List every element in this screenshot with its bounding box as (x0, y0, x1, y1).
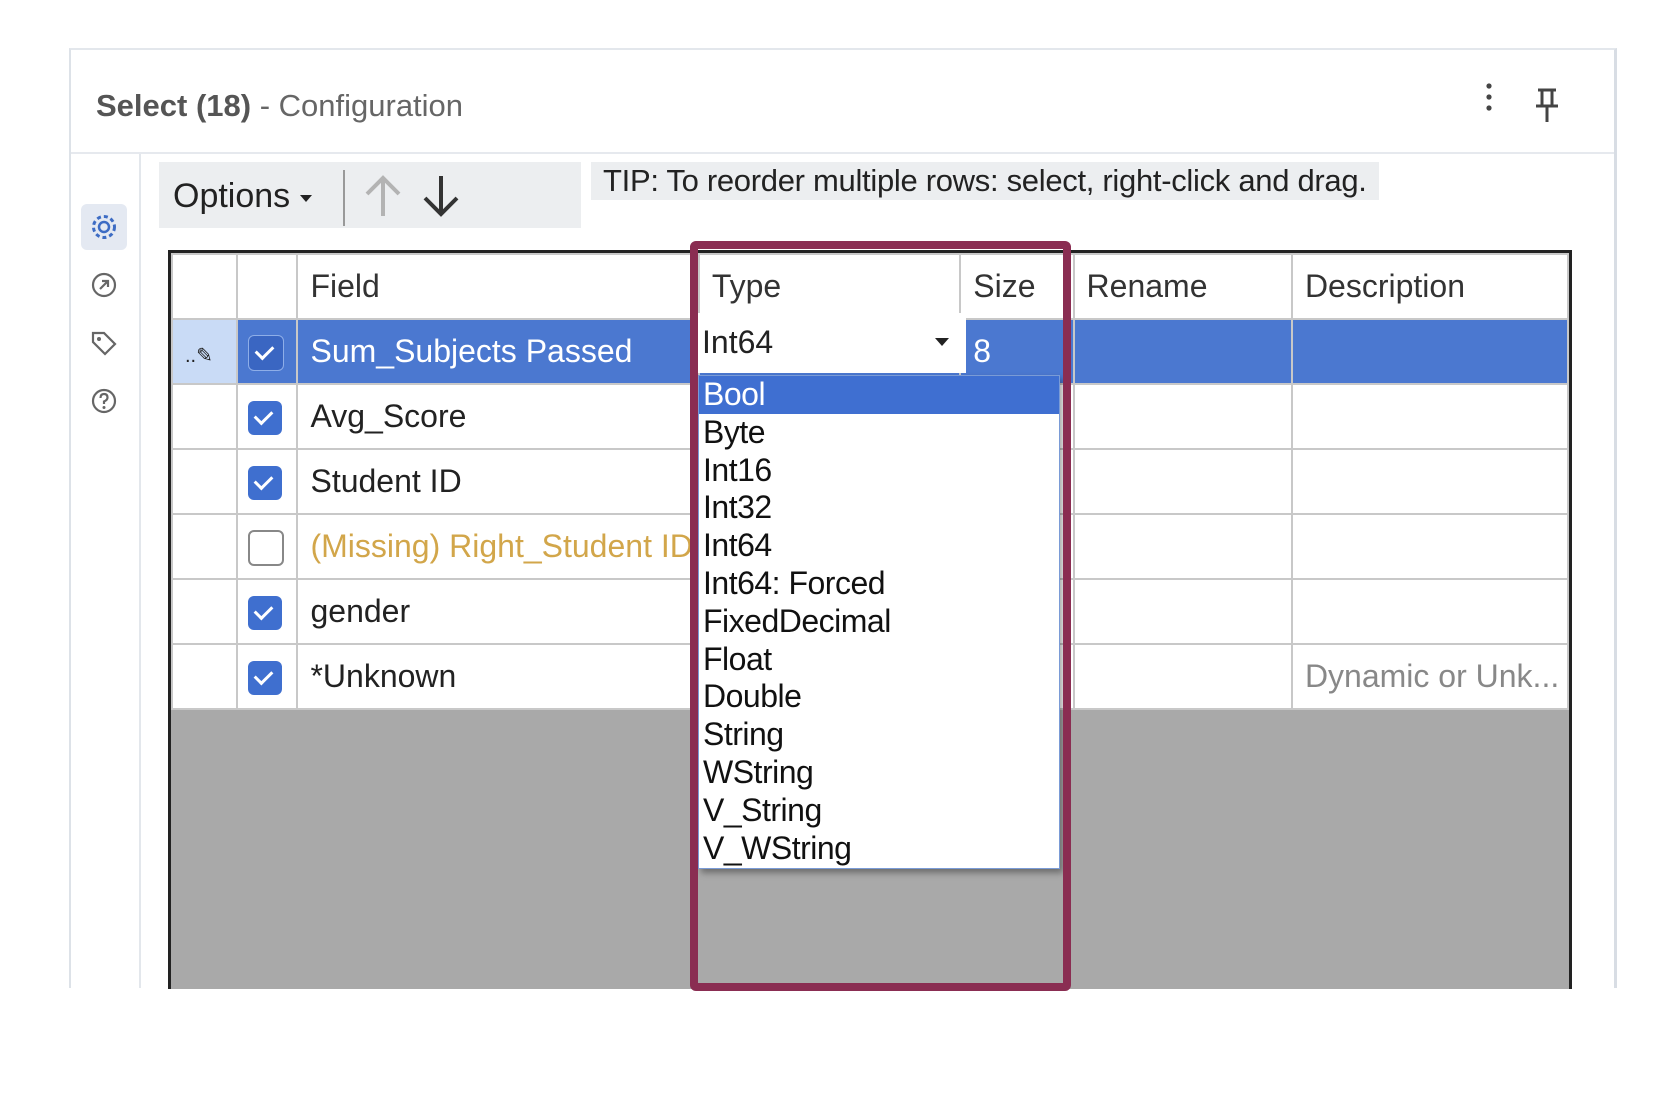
checkbox-checked[interactable] (248, 401, 283, 436)
arrow-up-icon[interactable] (359, 172, 407, 225)
column-header-rename[interactable]: Rename (1072, 253, 1293, 320)
toolbar: Options (159, 162, 581, 228)
row-checkbox-cell[interactable] (236, 448, 299, 515)
column-header-description[interactable]: Description (1290, 253, 1569, 320)
description-cell[interactable]: Dynamic or Unk... (1290, 643, 1569, 710)
column-header-field[interactable]: Field (296, 253, 700, 320)
rename-cell[interactable] (1072, 448, 1293, 515)
checkbox-checked[interactable] (248, 466, 283, 501)
panel-title: Select (18) - Configuration (96, 88, 463, 124)
toolbar-separator (343, 170, 345, 226)
row-header[interactable]: ..✎ (171, 318, 239, 385)
row-header[interactable] (171, 383, 239, 450)
description-cell[interactable] (1290, 383, 1569, 450)
rename-cell[interactable] (1072, 578, 1293, 645)
connection-icon[interactable] (81, 262, 127, 308)
caret-down-icon (300, 194, 313, 202)
row-header[interactable] (171, 578, 239, 645)
tag-icon[interactable] (81, 320, 127, 366)
row-checkbox-cell[interactable] (236, 513, 299, 580)
panel-subtitle: - Configuration (259, 88, 464, 123)
rename-cell[interactable] (1072, 318, 1293, 385)
row-header[interactable] (171, 448, 239, 515)
help-icon[interactable] (81, 378, 127, 424)
row-checkbox-cell[interactable] (236, 643, 299, 710)
pin-icon[interactable] (1532, 86, 1562, 126)
checkbox-checked[interactable] (248, 661, 283, 696)
row-checkbox-cell[interactable] (236, 383, 299, 450)
arrow-down-icon[interactable] (417, 172, 465, 225)
row-header[interactable] (171, 513, 239, 580)
options-label: Options (173, 177, 291, 215)
kebab-vertical-icon[interactable] (1479, 82, 1499, 122)
row-checkbox-cell[interactable] (236, 578, 299, 645)
description-cell[interactable] (1290, 513, 1569, 580)
row-header-col (171, 253, 239, 320)
checkbox-checked[interactable] (248, 596, 283, 631)
panel-header: Select (18) - Configuration (71, 50, 1614, 154)
field-cell[interactable]: Student ID (296, 448, 700, 515)
field-cell[interactable]: Avg_Score (296, 383, 700, 450)
checkbox-checked[interactable] (248, 334, 285, 371)
row-header[interactable] (171, 643, 239, 710)
field-cell-missing[interactable]: (Missing) Right_Student ID (296, 513, 700, 580)
check-col (236, 253, 299, 320)
field-cell[interactable]: *Unknown (296, 643, 700, 710)
rename-cell[interactable] (1072, 513, 1293, 580)
side-tabs (71, 154, 141, 988)
checkbox-unchecked[interactable] (248, 529, 285, 566)
tip-text: TIP: To reorder multiple rows: select, r… (591, 162, 1379, 200)
description-cell[interactable] (1290, 318, 1569, 385)
rename-cell[interactable] (1072, 643, 1293, 710)
row-checkbox-cell[interactable] (236, 318, 299, 385)
description-cell[interactable] (1290, 578, 1569, 645)
field-cell[interactable]: Sum_Subjects Passed (296, 318, 700, 385)
type-size-highlight-box (690, 241, 1071, 991)
field-cell[interactable]: gender (296, 578, 700, 645)
gear-icon[interactable] (81, 204, 127, 250)
rename-cell[interactable] (1072, 383, 1293, 450)
tool-name: Select (18) (96, 88, 252, 123)
pencil-icon: ..✎ (185, 345, 213, 367)
description-cell[interactable] (1290, 448, 1569, 515)
options-button[interactable]: Options (173, 176, 313, 216)
